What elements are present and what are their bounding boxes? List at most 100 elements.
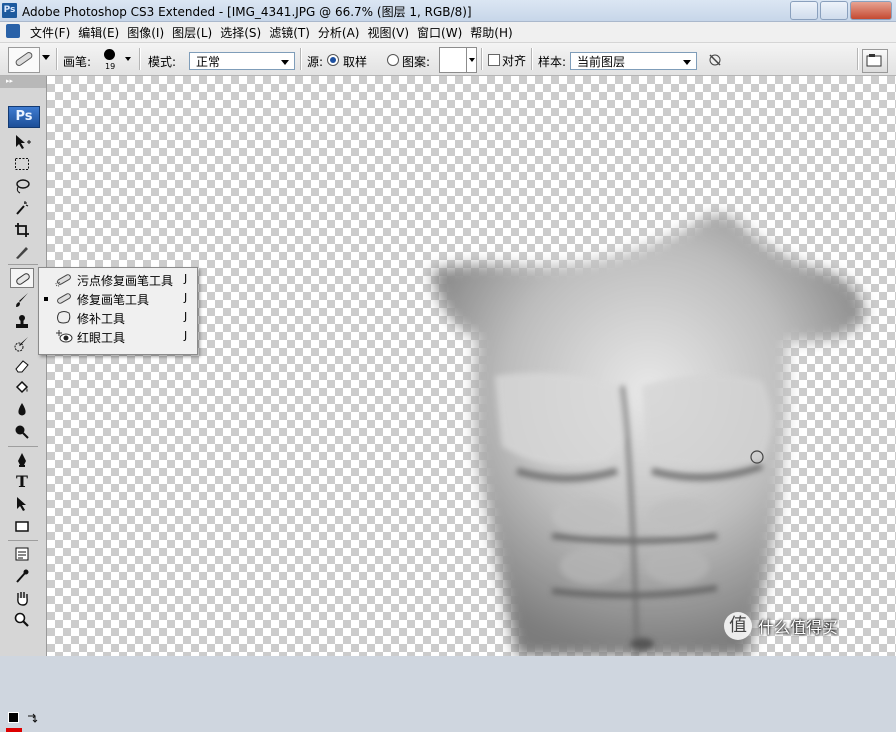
flyout-item-label: 红眼工具	[77, 331, 126, 345]
healing-brush-icon	[57, 293, 71, 304]
menu-file[interactable]: 文件(F)	[30, 24, 78, 41]
dodge-icon	[15, 425, 29, 439]
flyout-item-shortcut: J	[184, 310, 188, 323]
flyout-item-label: 修补工具	[77, 312, 126, 326]
divider	[56, 48, 58, 70]
paint-bucket-icon	[15, 380, 29, 394]
divider	[8, 446, 38, 447]
eyedropper-icon	[16, 569, 29, 583]
menu-analysis[interactable]: 分析(A)	[318, 24, 368, 41]
rectangle-tool[interactable]	[10, 516, 34, 536]
tool-preset-picker[interactable]	[8, 47, 40, 73]
brush-preview[interactable]	[104, 49, 115, 60]
toolbox-header[interactable]: ▸▸	[0, 76, 46, 88]
slice-tool[interactable]	[10, 242, 34, 262]
rectangle-icon	[15, 521, 29, 532]
flyout-spot-healing-brush[interactable]: 污点修复画笔工具 J	[39, 270, 197, 289]
menu-layer[interactable]: 图层(L)	[172, 24, 220, 41]
move-tool[interactable]	[10, 132, 34, 152]
background-color-swatch[interactable]	[6, 728, 22, 732]
maximize-button[interactable]	[820, 1, 848, 20]
document-icon[interactable]	[6, 24, 20, 38]
chevron-down-icon[interactable]	[125, 57, 131, 61]
mode-value: 正常	[196, 55, 221, 69]
close-button[interactable]	[850, 1, 892, 20]
pen-tool[interactable]	[10, 450, 34, 470]
ignore-adjustment-layers-icon[interactable]	[708, 53, 722, 67]
brush-label: 画笔:	[63, 55, 92, 69]
magic-wand-icon	[16, 201, 29, 215]
sample-value: 当前图层	[577, 55, 626, 69]
chevron-down-icon[interactable]	[42, 55, 50, 60]
flyout-item-label: 修复画笔工具	[77, 293, 150, 307]
eyedropper-tool[interactable]	[10, 566, 34, 586]
menu-window[interactable]: 窗口(W)	[417, 24, 470, 41]
swap-colors-icon[interactable]	[26, 712, 38, 724]
divider	[300, 48, 302, 70]
mode-select[interactable]: 正常	[189, 52, 295, 70]
mode-label: 模式:	[148, 55, 177, 69]
sample-label: 样本:	[538, 55, 567, 69]
expand-icon[interactable]: ▸▸	[6, 77, 13, 85]
sample-select[interactable]: 当前图层	[570, 52, 697, 70]
zoom-tool[interactable]	[10, 610, 34, 630]
lasso-icon	[16, 179, 30, 194]
brush-icon	[16, 293, 28, 307]
magic-wand-tool[interactable]	[10, 198, 34, 218]
slice-icon	[16, 247, 28, 259]
history-brush-tool[interactable]	[10, 334, 34, 354]
notes-tool[interactable]	[10, 544, 34, 564]
hand-icon	[17, 592, 28, 606]
menu-help[interactable]: 帮助(H)	[470, 24, 520, 41]
palette-well-button[interactable]	[862, 49, 888, 73]
healing-brush-tool[interactable]	[10, 268, 34, 288]
pattern-label: 图案:	[402, 55, 431, 69]
lasso-tool[interactable]	[10, 176, 34, 196]
watermark-logo: 值	[724, 612, 752, 640]
flyout-red-eye[interactable]: 红眼工具 J	[39, 327, 197, 346]
divider	[531, 48, 533, 70]
window-title: Adobe Photoshop CS3 Extended - [IMG_4341…	[22, 5, 472, 19]
crop-tool[interactable]	[10, 220, 34, 240]
pattern-picker[interactable]	[439, 47, 477, 73]
marquee-tool[interactable]	[10, 154, 34, 174]
clone-stamp-tool[interactable]	[10, 312, 34, 332]
path-selection-tool[interactable]	[10, 494, 34, 514]
menu-view[interactable]: 视图(V)	[367, 24, 417, 41]
pen-icon	[18, 453, 26, 467]
menu-filter[interactable]: 滤镜(T)	[269, 24, 318, 41]
eraser-tool[interactable]	[10, 356, 34, 376]
aligned-checkbox[interactable]	[488, 54, 500, 66]
paint-bucket-tool[interactable]	[10, 378, 34, 398]
sampled-radio[interactable]	[327, 54, 339, 66]
foreground-color-swatch[interactable]	[8, 712, 19, 723]
move-icon	[16, 135, 31, 149]
minimize-button[interactable]	[790, 1, 818, 20]
brush-size: 19	[105, 62, 116, 71]
flyout-patch[interactable]: 修补工具 J	[39, 308, 197, 327]
menu-image[interactable]: 图像(I)	[127, 24, 172, 41]
menu-edit[interactable]: 编辑(E)	[78, 24, 127, 41]
red-eye-icon	[56, 330, 73, 343]
brush-tool[interactable]	[10, 290, 34, 310]
dodge-tool[interactable]	[10, 422, 34, 442]
spot-healing-brush-icon	[55, 274, 71, 287]
notes-icon	[15, 547, 29, 561]
hand-tool[interactable]	[10, 588, 34, 608]
stamp-icon	[16, 315, 28, 328]
torso-image	[432, 214, 865, 656]
zoom-icon	[14, 612, 29, 627]
pattern-radio[interactable]	[387, 54, 399, 66]
menu-items: 文件(F) 编辑(E) 图像(I) 图层(L) 选择(S) 滤镜(T) 分析(A…	[30, 24, 521, 41]
watermark: 值 什么值得买	[724, 612, 838, 640]
toolbox-logo[interactable]: Ps	[8, 106, 40, 128]
blur-tool[interactable]	[10, 400, 34, 420]
path-selection-icon	[17, 497, 26, 511]
flyout-healing-brush[interactable]: 修复画笔工具 J	[39, 289, 197, 308]
sampled-label: 取样	[343, 55, 368, 69]
watermark-text: 什么值得买	[758, 618, 839, 637]
type-tool[interactable]: T	[10, 472, 34, 492]
document-canvas[interactable]	[47, 76, 896, 656]
toolbox: ▸▸ Ps T	[0, 76, 47, 732]
menu-select[interactable]: 选择(S)	[220, 24, 269, 41]
